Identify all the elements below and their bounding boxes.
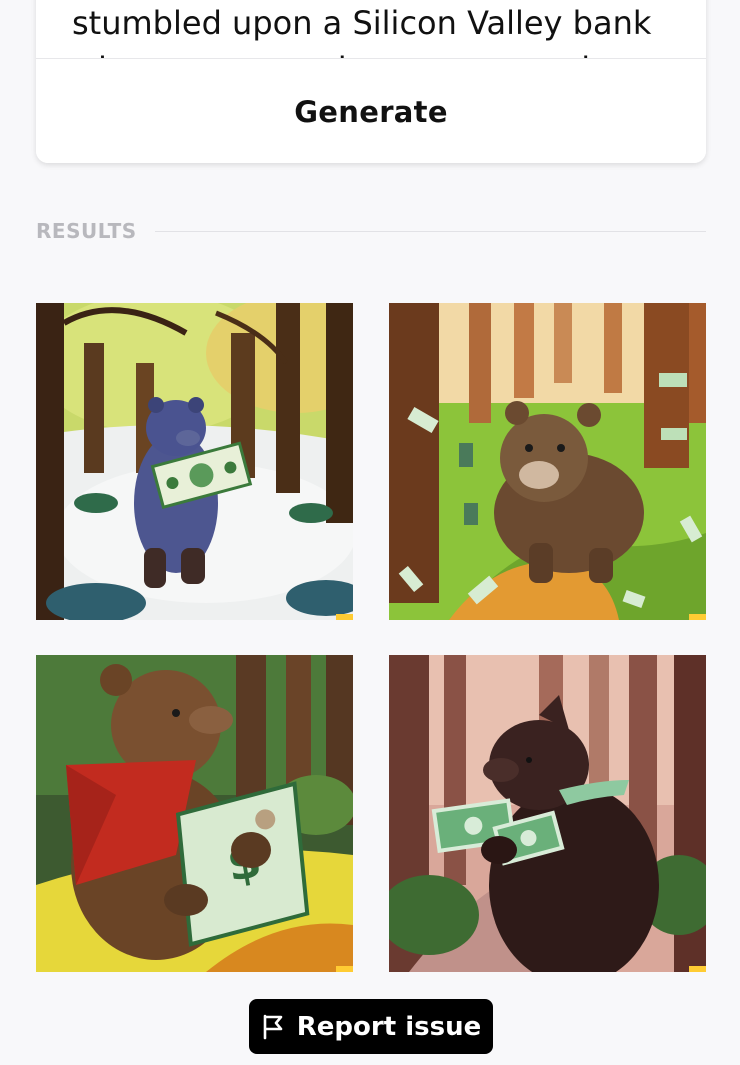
report-issue-label: Report issue	[296, 1011, 482, 1042]
generate-button[interactable]: Generate	[36, 58, 706, 163]
result-image-1[interactable]	[36, 303, 353, 620]
results-header: RESULTS	[36, 216, 706, 246]
results-label: RESULTS	[36, 219, 137, 243]
blue-bear-holding-dollar-in-snowy-forest-image	[36, 303, 353, 620]
result-image-2[interactable]	[389, 303, 706, 620]
brown-bear-walking-with-flying-money-image	[389, 303, 706, 620]
prompt-textarea[interactable]: stumbled upon a Silicon Valley bank who …	[36, 0, 706, 58]
results-divider	[154, 230, 706, 232]
dark-bear-holding-dollars-in-pink-forest-image	[389, 655, 706, 972]
generate-button-label: Generate	[294, 94, 448, 129]
flag-icon	[261, 1014, 285, 1040]
prompt-card: stumbled upon a Silicon Valley bank who …	[36, 0, 706, 163]
bear-in-red-cape-holding-dollar-image: $	[36, 655, 353, 972]
result-image-4[interactable]	[389, 655, 706, 972]
result-image-3[interactable]: $	[36, 655, 353, 972]
report-issue-button[interactable]: Report issue	[249, 999, 493, 1054]
prompt-text[interactable]: stumbled upon a Silicon Valley bank who …	[72, 0, 692, 58]
